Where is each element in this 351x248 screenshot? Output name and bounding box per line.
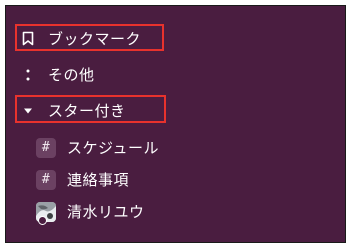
sidebar-item-label: その他 [48, 66, 95, 84]
channel-item-schedule[interactable]: # スケジュール [36, 137, 159, 158]
dm-item-user[interactable]: 清水リユウ [36, 201, 145, 222]
sidebar-item-label: ブックマーク [48, 30, 142, 48]
bookmark-icon [20, 29, 36, 49]
channel-item-announcements[interactable]: # 連絡事項 [36, 169, 129, 190]
dm-label: 清水リユウ [67, 203, 145, 221]
section-header-starred[interactable]: スター付き [20, 100, 126, 121]
hash-icon: # [36, 169, 56, 190]
caret-down-icon [20, 101, 36, 121]
presence-status-icon [38, 216, 47, 225]
channel-label: 連絡事項 [67, 171, 130, 189]
hash-icon: # [36, 137, 56, 158]
channel-label: スケジュール [67, 139, 159, 157]
section-header-label: スター付き [48, 102, 126, 120]
vertical-ellipsis-icon [20, 65, 36, 85]
sidebar-item-bookmarks[interactable]: ブックマーク [20, 28, 141, 49]
sidebar-item-more[interactable]: その他 [20, 64, 95, 85]
sidebar-panel: ブックマーク その他 スター付き # スケジュール # 連絡事項 清水リユウ [5, 5, 346, 243]
